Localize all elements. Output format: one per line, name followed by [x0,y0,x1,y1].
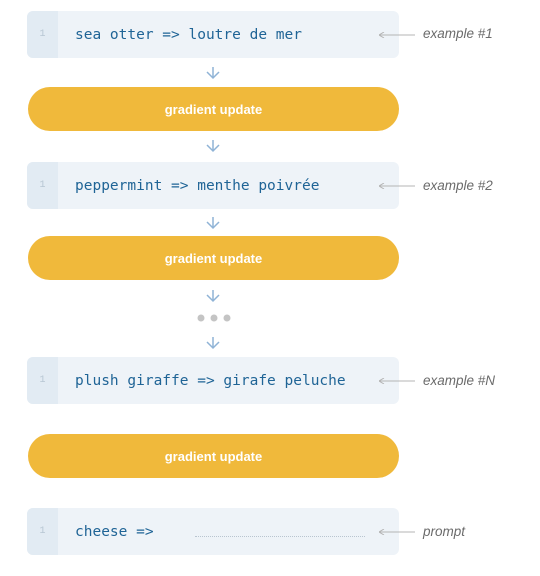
prompt-label: prompt [423,524,466,539]
pointer-line-icon [379,378,415,384]
example-2-label: example #2 [423,178,493,193]
example-2-code-box: 1 peppermint => menthe poivrée [27,162,399,209]
example-2-code: peppermint => menthe poivrée [75,177,320,194]
example-1-code: sea otter => loutre de mer [75,26,302,43]
example-n-code-box: 1 plush giraffe => girafe peluche [27,357,399,404]
example-1-label: example #1 [423,26,493,41]
line-number: 1 [39,526,46,537]
arrow-down-icon [206,217,220,230]
pointer-line-icon [379,529,415,535]
pointer-line-icon [379,32,415,38]
line-number: 1 [39,375,46,386]
gradient-update-n: gradient update [28,434,399,478]
line-number: 1 [39,180,46,191]
example-n-label: example #N [423,373,496,388]
prompt-code-box: 1 cheese => [27,508,399,555]
prompt-completion-blank [195,536,365,537]
arrow-down-icon [206,140,220,153]
example-1-code-box: 1 sea otter => loutre de mer [27,11,399,58]
ellipsis-icon [197,314,231,322]
arrow-down-icon [206,337,220,350]
example-n-code: plush giraffe => girafe peluche [75,372,346,389]
gradient-update-2: gradient update [28,236,399,280]
arrow-down-icon [206,67,220,80]
pointer-line-icon [379,183,415,189]
prompt-code: cheese => [75,523,154,540]
gradient-update-1: gradient update [28,87,399,131]
arrow-down-icon [206,290,220,303]
line-number: 1 [39,29,46,40]
